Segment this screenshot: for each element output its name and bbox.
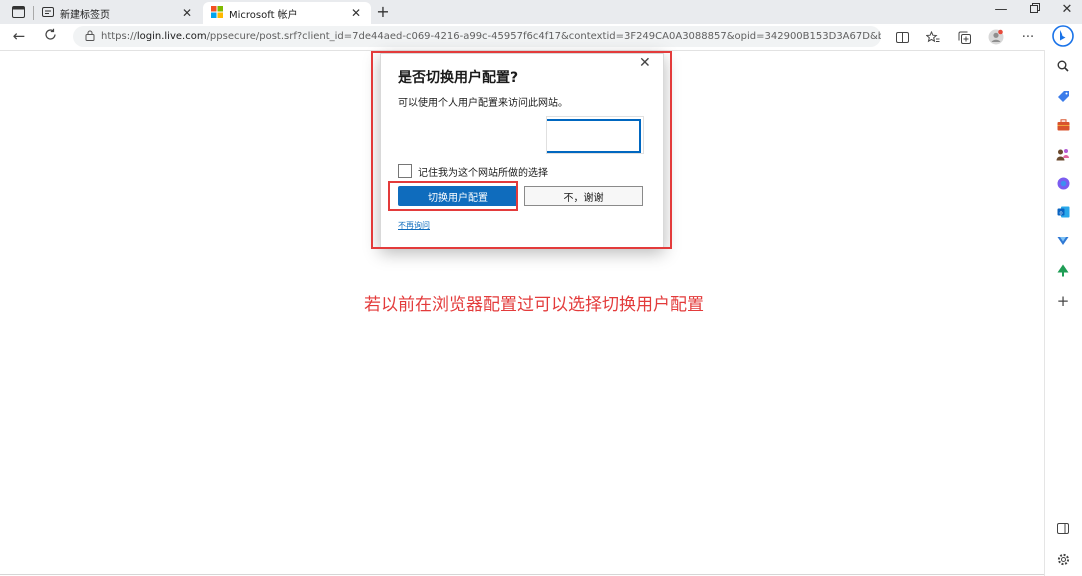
- tools-briefcase-icon[interactable]: [1055, 117, 1071, 133]
- svg-text:o: o: [1059, 210, 1062, 216]
- back-arrow-icon[interactable]: ←: [10, 27, 28, 45]
- split-screen-icon[interactable]: [893, 28, 911, 46]
- lock-icon[interactable]: [85, 30, 95, 44]
- close-tab-icon[interactable]: ✕: [349, 6, 363, 20]
- address-bar[interactable]: https://login.live.com/ppsecure/post.srf…: [73, 26, 881, 47]
- switch-button-highlight-box: [388, 181, 518, 211]
- close-window-icon[interactable]: ✕: [1057, 2, 1077, 17]
- tab-label: Microsoft 帐户: [229, 9, 298, 21]
- url-scheme: https://: [101, 31, 137, 42]
- new-tab-page-icon: [42, 6, 54, 21]
- page-bottom-border: [0, 574, 1044, 575]
- outlook-icon[interactable]: o: [1055, 204, 1071, 220]
- add-sidebar-app-icon[interactable]: +: [1055, 292, 1071, 310]
- annotation-caption: 若以前在浏览器配置过可以选择切换用户配置: [364, 295, 704, 315]
- tab-new-tab[interactable]: 新建标签页 ✕: [34, 2, 202, 24]
- close-tab-icon[interactable]: ✕: [180, 6, 194, 20]
- edge-sidebar: o +: [1044, 50, 1082, 576]
- new-tab-plus-icon[interactable]: +: [374, 2, 392, 21]
- url-text: https://login.live.com/ppsecure/post.srf…: [101, 31, 881, 42]
- search-icon[interactable]: [1055, 58, 1071, 74]
- profile-avatar-icon[interactable]: [987, 28, 1005, 46]
- collections-icon[interactable]: [955, 28, 973, 46]
- url-domain: login.live.com: [136, 31, 207, 42]
- refresh-icon[interactable]: [41, 27, 59, 45]
- minimize-icon[interactable]: —: [991, 2, 1011, 17]
- microsoft-logo-icon: [211, 5, 223, 21]
- dialog-highlight-box: [371, 51, 672, 249]
- sidebar-settings-gear-icon[interactable]: [1055, 551, 1071, 567]
- games-icon[interactable]: [1055, 146, 1071, 162]
- shopping-tag-icon[interactable]: [1055, 88, 1071, 104]
- favorites-icon[interactable]: [924, 28, 942, 46]
- bing-copilot-icon[interactable]: [1052, 25, 1074, 47]
- hide-sidebar-icon[interactable]: [1055, 520, 1071, 536]
- drop-icon[interactable]: [1055, 233, 1071, 249]
- restore-icon[interactable]: [1025, 2, 1045, 17]
- address-toolbar: ← https://login.live.com/ppsecure/post.s…: [0, 24, 1082, 51]
- tab-strip: 新建标签页 ✕ Microsoft 帐户 ✕ + — ✕: [0, 0, 1082, 24]
- tree-icon[interactable]: [1055, 262, 1071, 278]
- tab-label: 新建标签页: [60, 9, 110, 21]
- url-path: /ppsecure/post.srf?client_id=7de44aed-c0…: [206, 31, 881, 42]
- tab-actions-icon[interactable]: [8, 3, 28, 21]
- settings-more-icon[interactable]: ···: [1019, 28, 1037, 46]
- office-icon[interactable]: [1055, 175, 1071, 191]
- tab-microsoft-account[interactable]: Microsoft 帐户 ✕: [203, 2, 371, 24]
